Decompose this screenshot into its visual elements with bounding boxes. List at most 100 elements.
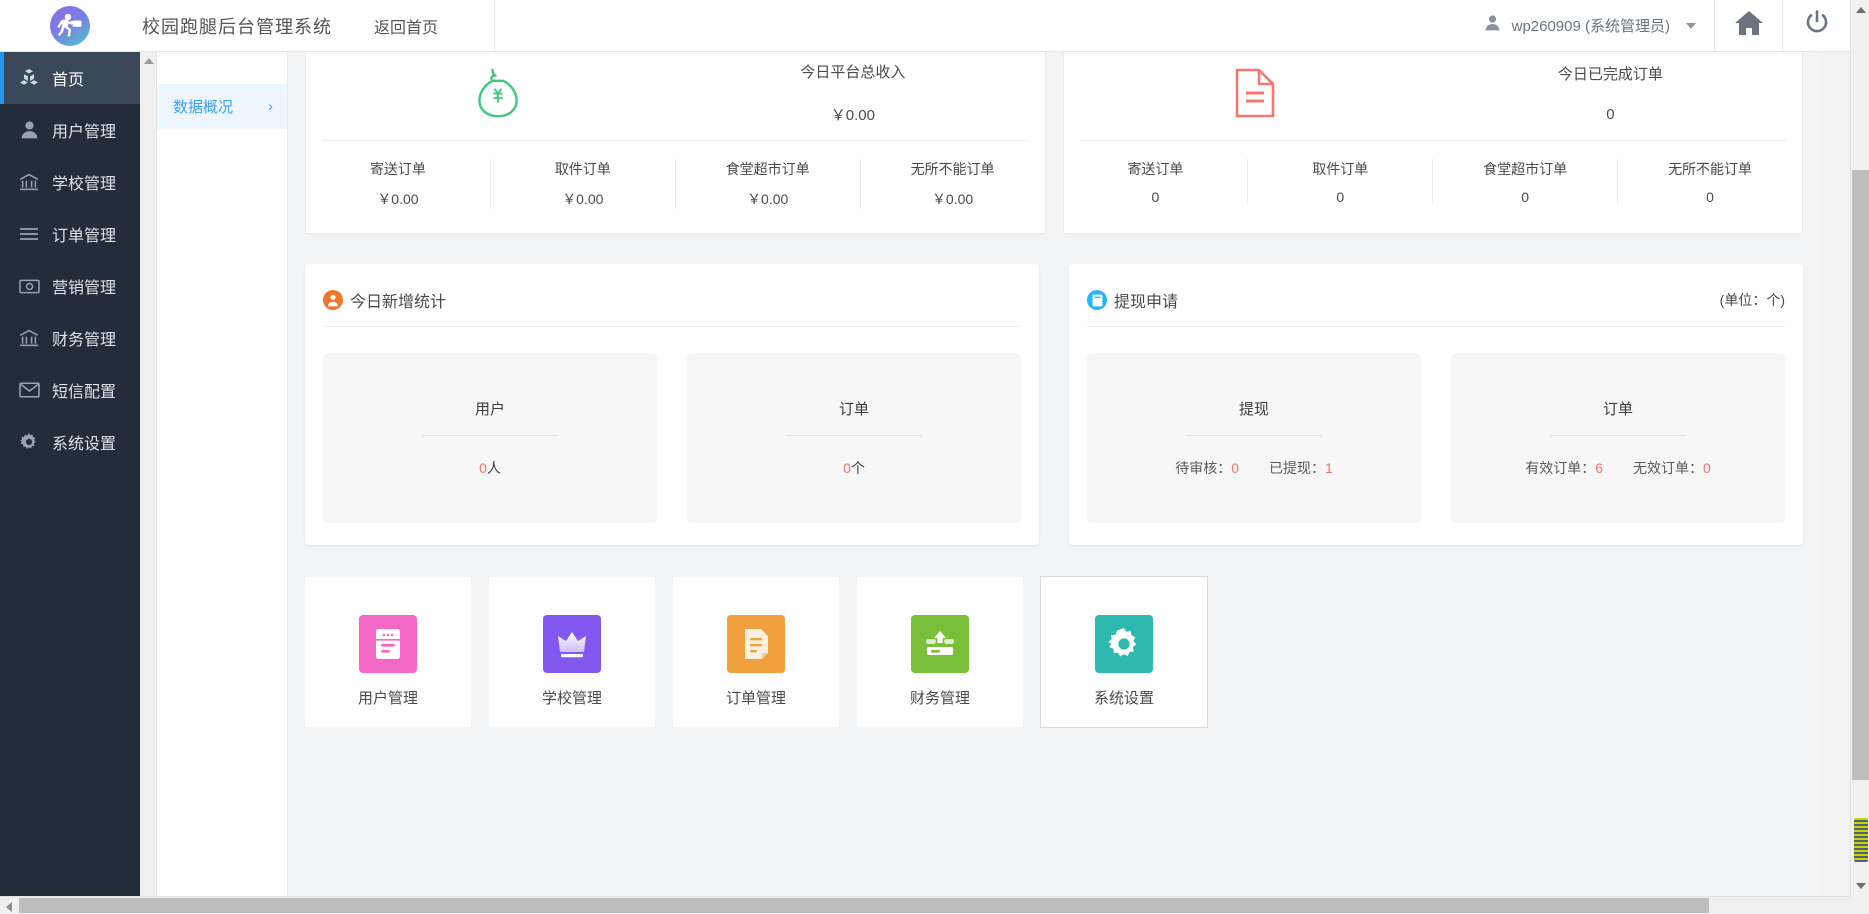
logout-button[interactable] bbox=[1782, 0, 1850, 52]
summary-column-label: 取件订单 bbox=[554, 161, 611, 177]
horizontal-scrollbar[interactable] bbox=[0, 896, 1869, 914]
vertical-scrollbar[interactable] bbox=[1850, 0, 1869, 896]
stat-metric-value: 0 bbox=[1231, 460, 1239, 476]
stat-tile-metrics: 0个 bbox=[843, 458, 865, 478]
scroll-down-arrow-icon[interactable] bbox=[1856, 883, 1866, 889]
shortcut-label: 订单管理 bbox=[725, 690, 786, 707]
summary-column: 食堂超市订单 ￥0.00 bbox=[676, 159, 861, 209]
panel-today-new-stats: 今日新增统计 用户 0人 订单 0个 bbox=[305, 264, 1039, 545]
shortcut-order-management[interactable]: 订单管理 bbox=[673, 577, 839, 727]
summary-column-value: 0 bbox=[1336, 189, 1345, 205]
panel-title: 今日新增统计 bbox=[350, 294, 447, 311]
crown-icon bbox=[543, 615, 601, 673]
back-home-link[interactable]: 返回首页 bbox=[374, 14, 438, 38]
shortcut-label: 系统设置 bbox=[1093, 690, 1154, 707]
shortcut-user-management[interactable]: 用户管理 bbox=[305, 577, 471, 727]
sidebar-item-sms-config[interactable]: 短信配置 bbox=[0, 364, 140, 416]
sidebar-item-order-management[interactable]: 订单管理 bbox=[0, 208, 140, 260]
shortcut-system-settings[interactable]: 系统设置 bbox=[1040, 576, 1208, 728]
summary-column-value: 0 bbox=[1706, 189, 1714, 205]
app-root: 校园跑腿后台管理系统 返回首页 wp260909 (系统管理员) 首页 用户管理… bbox=[0, 0, 1869, 914]
summary-column-label: 食堂超市订单 bbox=[1483, 161, 1568, 177]
user-menu[interactable]: wp260909 (系统管理员) bbox=[1467, 15, 1714, 36]
stat-metric-value: 1 bbox=[1325, 460, 1333, 476]
summary-column-value: ￥0.00 bbox=[747, 191, 789, 207]
summary-column: 无所不能订单 ￥0.00 bbox=[861, 159, 1045, 209]
summary-card-header: 今日平台总收入 ￥0.00 bbox=[306, 52, 1045, 134]
stat-tile-orders: 订单 0个 bbox=[687, 353, 1021, 523]
shortcut-label: 用户管理 bbox=[357, 690, 418, 707]
shortcut-finance-management[interactable]: 财务管理 bbox=[857, 577, 1023, 727]
list-icon bbox=[14, 227, 44, 241]
summary-card-header: 今日已完成订单 0 bbox=[1064, 52, 1803, 134]
sidebar-item-school-management[interactable]: 学校管理 bbox=[0, 156, 140, 208]
summary-column-value: 0 bbox=[1151, 189, 1160, 205]
sidebar-item-finance-management[interactable]: 财务管理 bbox=[0, 312, 140, 364]
stat-tile-title: 订单 bbox=[1602, 401, 1633, 418]
user-icon bbox=[1485, 15, 1500, 36]
divider bbox=[786, 435, 922, 436]
summary-column: 无所不能订单 0 bbox=[1618, 159, 1802, 205]
sidebar-item-label: 系统设置 bbox=[52, 436, 117, 453]
chevron-down-icon bbox=[1686, 22, 1696, 29]
panel-unit-label: (单位：个) bbox=[1719, 292, 1785, 308]
stat-metric: 有效订单：6 bbox=[1525, 458, 1603, 478]
shortcut-label: 财务管理 bbox=[909, 690, 970, 707]
stat-metric-value: 0 bbox=[479, 460, 487, 476]
withdraw-badge-icon bbox=[1087, 290, 1107, 310]
user-add-badge-icon bbox=[323, 290, 343, 310]
summary-column-value: ￥0.00 bbox=[931, 191, 974, 207]
header-divider bbox=[494, 0, 496, 52]
stat-metric-label: 待审核： bbox=[1175, 460, 1232, 476]
main-content: 今日平台总收入 ￥0.00 寄送订单 ￥0.00 取件订单 ￥0.00 食堂超市… bbox=[288, 52, 1820, 896]
stat-tile-withdraw-orders: 订单 有效订单：6 无效订单：0 bbox=[1451, 353, 1785, 523]
summary-column: 寄送订单 0 bbox=[1064, 159, 1249, 205]
summary-column: 取件订单 ￥0.00 bbox=[491, 159, 676, 209]
summary-card-title: 今日平台总收入 bbox=[800, 64, 906, 81]
horizontal-scrollbar-thumb[interactable] bbox=[19, 898, 1709, 913]
home-icon bbox=[1734, 10, 1763, 41]
user-icon bbox=[14, 121, 44, 139]
stat-tile-metrics: 有效订单：6 无效订单：0 bbox=[1525, 458, 1711, 478]
header-right-group: wp260909 (系统管理员) bbox=[1467, 0, 1850, 52]
summary-column-value: 0 bbox=[1521, 189, 1530, 205]
courier-logo-icon bbox=[50, 5, 90, 46]
sidebar-item-system-settings[interactable]: 系统设置 bbox=[0, 416, 140, 468]
sidebar-item-label: 营销管理 bbox=[52, 280, 117, 297]
divider bbox=[1186, 435, 1322, 436]
sidebar-item-user-management[interactable]: 用户管理 bbox=[0, 104, 140, 156]
document-icon bbox=[1078, 67, 1433, 119]
sidebar-item-label: 首页 bbox=[52, 72, 85, 89]
subnav-panel: 数据概况 › bbox=[140, 52, 288, 896]
shortcut-school-management[interactable]: 学校管理 bbox=[489, 577, 655, 727]
summary-column: 食堂超市订单 0 bbox=[1433, 159, 1619, 205]
envelope-icon bbox=[14, 382, 44, 398]
panels-row: 今日新增统计 用户 0人 订单 0个 提现申请 (单位：个) 提现 待审核：0 … bbox=[288, 234, 1820, 545]
subnav-scrollbar[interactable] bbox=[140, 52, 157, 896]
stat-metric: 无效订单：0 bbox=[1633, 458, 1711, 478]
subnav-item-data-overview[interactable]: 数据概况 › bbox=[157, 84, 287, 129]
logo-container bbox=[0, 5, 140, 46]
divider bbox=[422, 435, 558, 436]
summary-column-label: 无所不能订单 bbox=[1668, 161, 1753, 177]
summary-column: 取件订单 0 bbox=[1248, 159, 1434, 205]
summary-card-columns: 寄送订单 ￥0.00 取件订单 ￥0.00 食堂超市订单 ￥0.00 无所不能订… bbox=[306, 141, 1045, 233]
home-button[interactable] bbox=[1714, 0, 1782, 52]
scroll-left-arrow-icon[interactable] bbox=[6, 902, 12, 912]
sidebar-item-home[interactable]: 首页 bbox=[0, 52, 140, 104]
sidebar-item-label: 财务管理 bbox=[52, 332, 117, 349]
sidebar-item-label: 用户管理 bbox=[52, 124, 117, 141]
panel-header: 今日新增统计 bbox=[323, 282, 1021, 326]
chevron-up-icon[interactable] bbox=[144, 58, 154, 64]
vertical-scrollbar-thumb[interactable] bbox=[1852, 170, 1869, 780]
divider bbox=[323, 326, 1021, 327]
scroll-up-arrow-icon[interactable] bbox=[1856, 7, 1866, 13]
stat-metric: 待审核：0 bbox=[1175, 458, 1239, 478]
sidebar-item-marketing-management[interactable]: 营销管理 bbox=[0, 260, 140, 312]
stat-tile-users: 用户 0人 bbox=[323, 353, 657, 523]
summary-column-label: 无所不能订单 bbox=[910, 161, 995, 177]
cubes-icon bbox=[14, 69, 44, 87]
subnav-item-label: 数据概况 bbox=[173, 99, 234, 116]
divider bbox=[1550, 435, 1686, 436]
power-icon bbox=[1803, 9, 1831, 42]
